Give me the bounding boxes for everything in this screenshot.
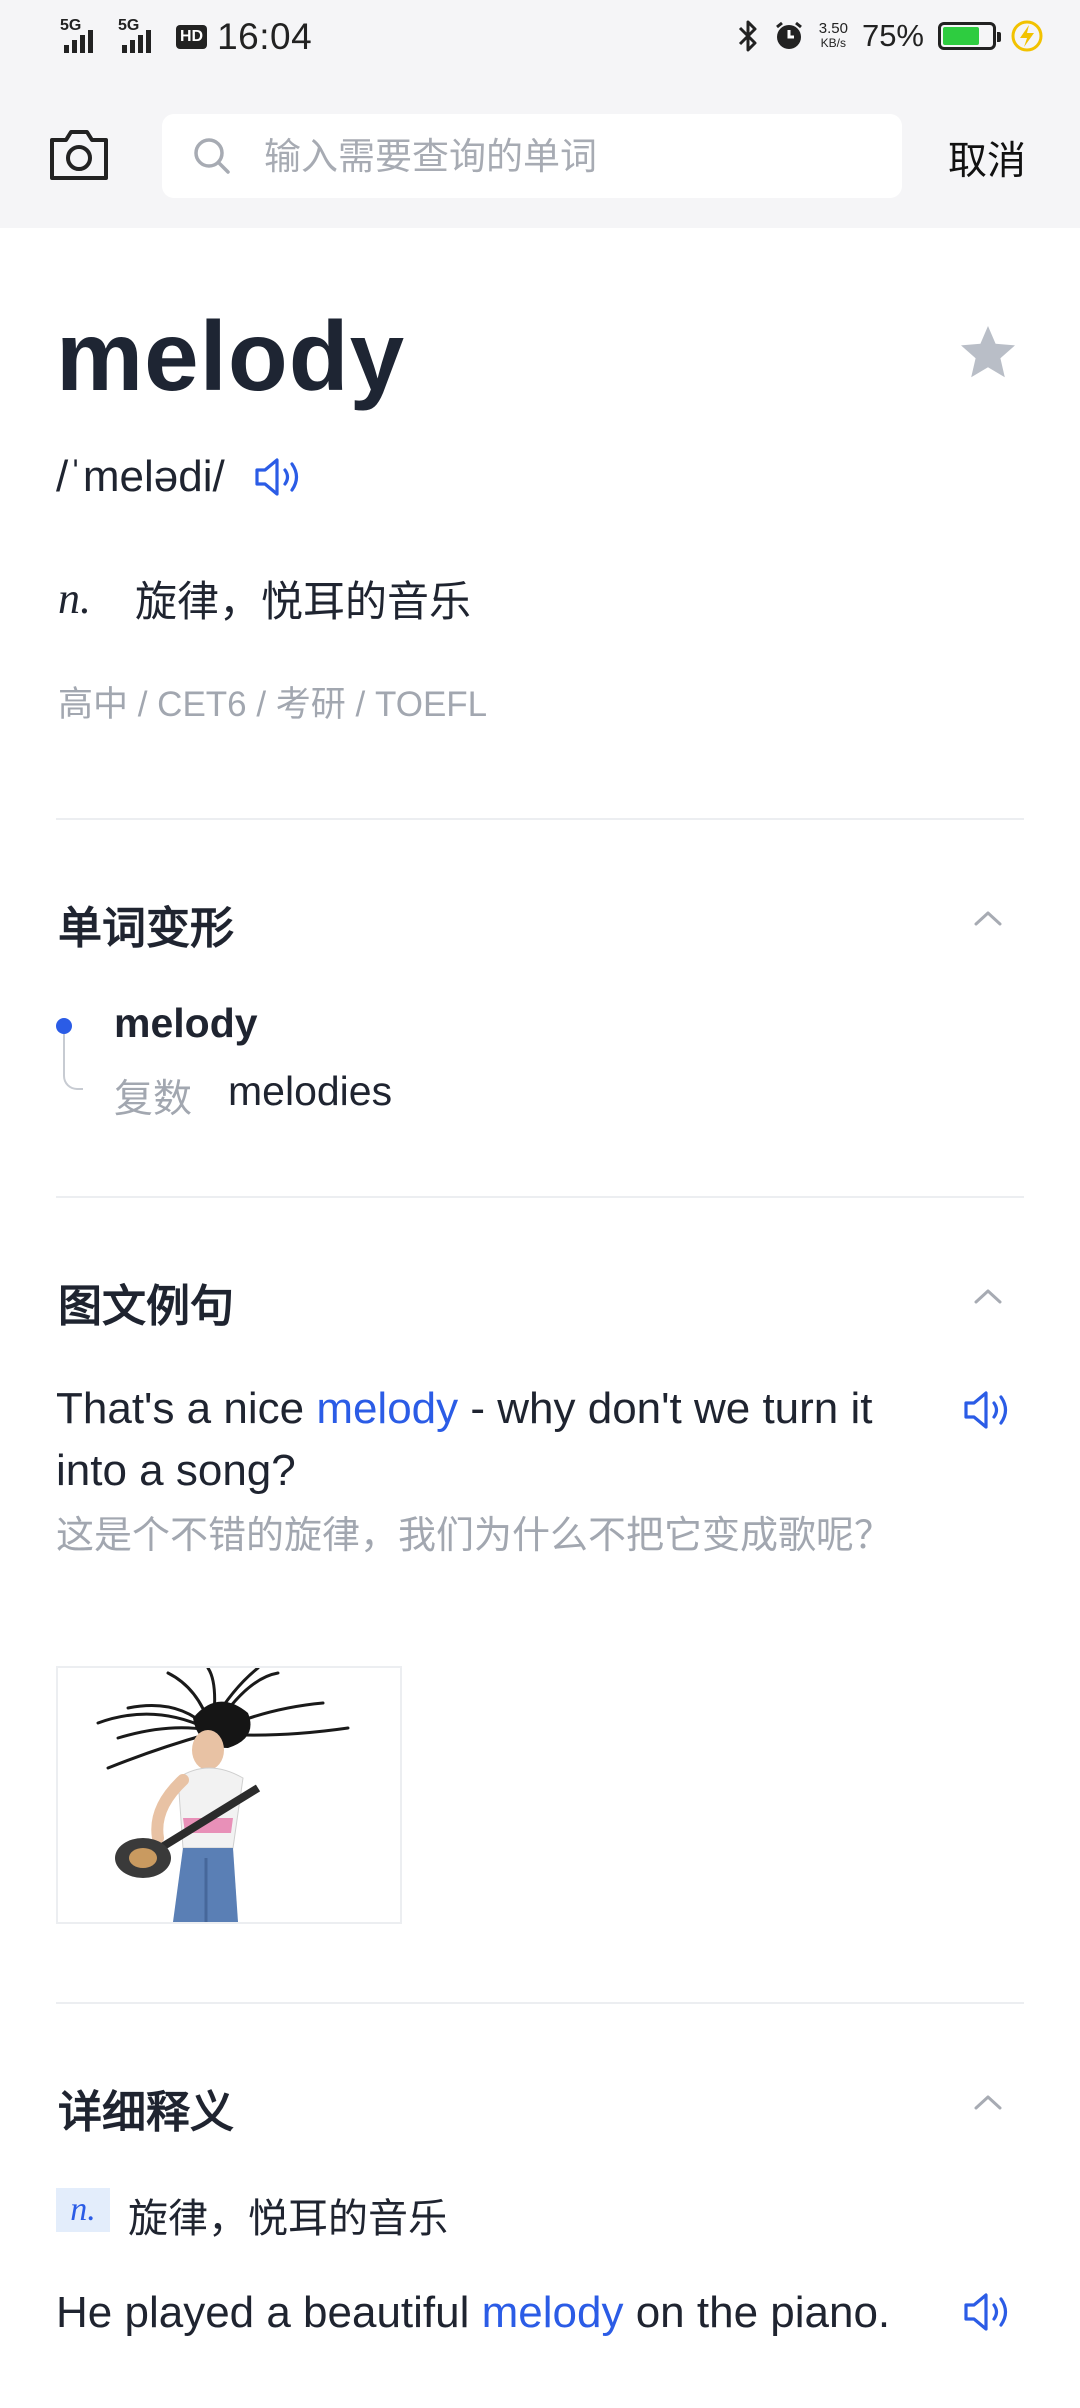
chevron-up-icon[interactable] [972, 2092, 1004, 2112]
headword: melody [56, 301, 406, 411]
speaker-icon[interactable] [962, 2290, 1014, 2334]
example-text: He played a beautiful [56, 2288, 482, 2337]
speed-value: 3.50 [818, 20, 848, 37]
example-text: on the piano. [623, 2288, 891, 2337]
timeline-line [63, 1034, 83, 1090]
chevron-up-icon[interactable] [972, 908, 1004, 928]
battery-percent: 75% [861, 18, 924, 53]
example-sentence: That's a nice melody - why don't we turn… [56, 1378, 936, 1502]
definition: 旋律，悦耳的音乐 [135, 578, 472, 625]
guitarist-illustration [58, 1668, 400, 1922]
search-icon [194, 138, 230, 174]
example-image[interactable] [56, 1666, 402, 1924]
star-icon[interactable] [958, 322, 1018, 382]
status-time: 16:04 [217, 16, 313, 57]
divider [56, 818, 1024, 820]
phonetic-row: /ˈmelədi/ [56, 452, 305, 502]
divider [56, 2002, 1024, 2004]
search-input[interactable] [262, 114, 886, 200]
detailed-definition: 旋律，悦耳的音乐 [128, 2197, 448, 2241]
search-box[interactable] [162, 114, 902, 200]
example-highlight: melody [481, 2288, 624, 2337]
signal-icon-1: 5G [60, 17, 108, 57]
cancel-button[interactable]: 取消 [948, 130, 1026, 186]
speaker-icon[interactable] [253, 455, 305, 499]
form-base-word: melody [114, 1000, 258, 1046]
camera-icon[interactable] [46, 124, 112, 184]
bluetooth-icon [738, 20, 757, 52]
timeline-dot [56, 1018, 72, 1034]
form-value[interactable]: melodies [228, 1068, 392, 1115]
battery-fill [943, 27, 979, 45]
definition-row: n. 旋律，悦耳的音乐 [58, 568, 471, 629]
status-left: 5G 5G HD 16:04 [60, 16, 312, 58]
phonetic: /ˈmelədi/ [56, 452, 225, 501]
battery-icon [938, 22, 1001, 50]
chevron-up-icon[interactable] [972, 1286, 1004, 1306]
hd-voice-icon: HD [176, 25, 208, 49]
speaker-icon[interactable] [962, 1388, 1014, 1432]
part-of-speech: n. [58, 574, 91, 623]
search-header: 取消 [0, 80, 1080, 228]
speed-unit: KB/s [820, 36, 847, 50]
form-label: 复数 [114, 1078, 193, 1121]
section-title-detailed: 详细释义 [58, 2088, 234, 2137]
signal-icon-2: 5G [118, 17, 166, 57]
example-highlight: melody [316, 1384, 459, 1433]
charging-icon [1011, 20, 1043, 52]
exam-levels: 高中 / CET6 / 考研 / TOEFL [58, 685, 488, 724]
section-title-forms: 单词变形 [58, 904, 234, 953]
pos-badge: n. [56, 2188, 110, 2232]
network-speed: 3.50 KB/s [818, 20, 848, 50]
example-text: That's a nice [56, 1384, 317, 1433]
detailed-example-sentence: He played a beautiful melody on the pian… [56, 2282, 916, 2344]
divider [56, 1196, 1024, 1198]
status-bar: 5G 5G HD 16:04 3.50 KB/s 75% [0, 0, 1080, 80]
alarm-icon [775, 21, 802, 49]
status-right: 3.50 KB/s 75% [737, 18, 1044, 54]
section-title-examples: 图文例句 [58, 1282, 234, 1331]
example-translation: 这是个不错的旋律，我们为什么不把它变成歌呢？ [56, 1515, 893, 1557]
